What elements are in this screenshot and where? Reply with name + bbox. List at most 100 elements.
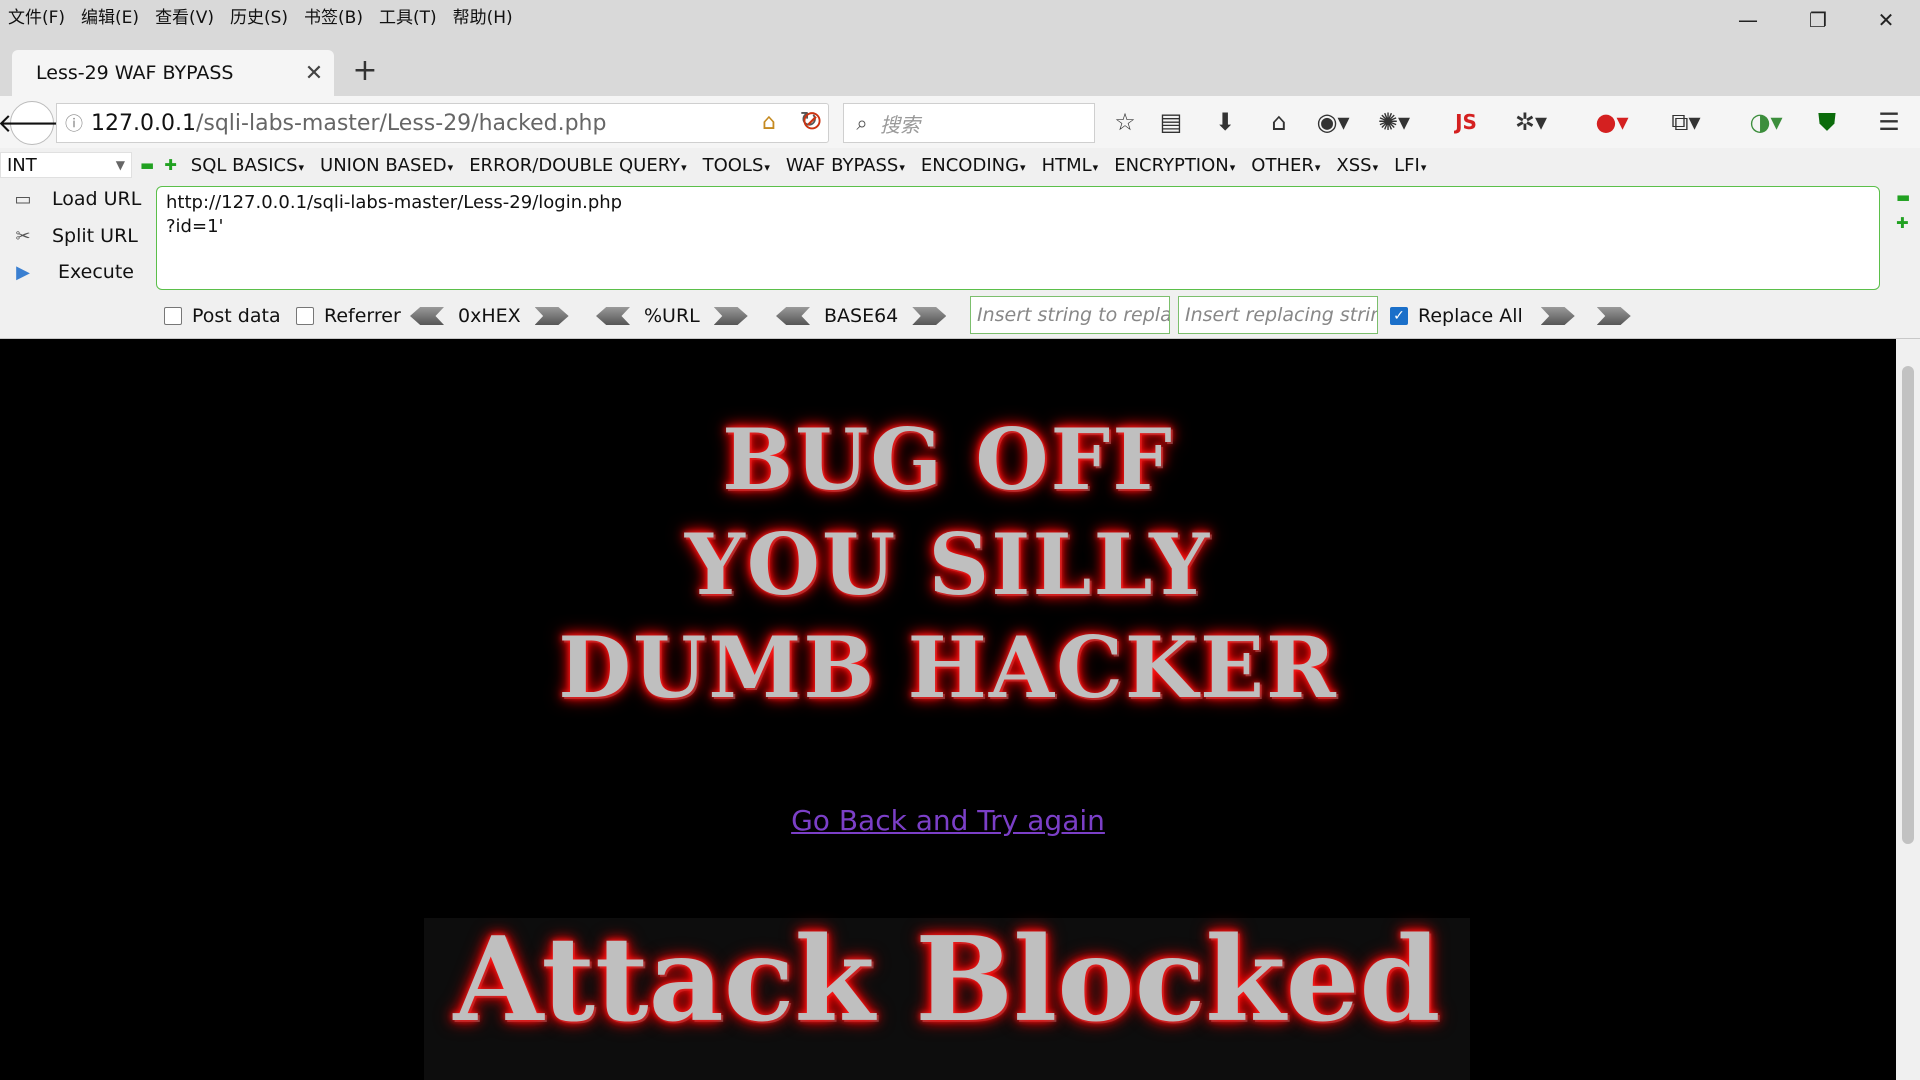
base64-decode-arrow-icon[interactable] — [776, 307, 810, 325]
menu-other[interactable]: OTHER — [1251, 155, 1320, 176]
menu-error-double-query[interactable]: ERROR/DOUBLE QUERY — [469, 155, 686, 176]
search-input[interactable]: ⌕ 搜索 — [843, 103, 1095, 143]
menu-file[interactable]: 文件(F) — [0, 3, 73, 28]
base64-encoder: BASE64 — [776, 298, 947, 334]
close-window-button[interactable]: ✕ — [1856, 0, 1916, 40]
attack-blocked-heading: Attack Blocked — [453, 912, 1441, 1048]
hex-decode-arrow-icon[interactable] — [410, 307, 444, 325]
warning-line-1: BUG OFF — [722, 410, 1174, 509]
url-encoder: %URL — [596, 298, 748, 334]
scissors-icon: ✂ — [15, 225, 31, 247]
bug-addon-icon[interactable]: ✲▾ — [1502, 103, 1560, 141]
menu-history[interactable]: 历史(S) — [222, 3, 296, 28]
warning-line-3: DUMB HACKER — [558, 618, 1338, 717]
menu-view[interactable]: 查看(V) — [147, 3, 222, 28]
replace-first-arrow-icon[interactable] — [1596, 307, 1631, 325]
menu-encryption[interactable]: ENCRYPTION — [1114, 155, 1235, 176]
download-icon[interactable]: ⬇ — [1208, 103, 1242, 141]
checkbox-box[interactable] — [296, 307, 314, 325]
tab-title: Less-29 WAF BYPASS — [36, 62, 234, 84]
tab-close-icon[interactable]: ✕ — [294, 61, 334, 86]
go-back-link-wrapper: Go Back and Try again — [0, 804, 1896, 837]
menu-html[interactable]: HTML — [1042, 155, 1099, 176]
menu-edit[interactable]: 编辑(E) — [73, 3, 147, 28]
url-label: %URL — [644, 305, 700, 327]
hamburger-menu-icon[interactable]: ☰ — [1870, 103, 1908, 141]
shield-addon-icon[interactable]: ⛊ — [1810, 103, 1844, 141]
menu-waf-bypass[interactable]: WAF BYPASS — [786, 155, 905, 176]
textarea-grow-icon[interactable]: ✚ — [1896, 214, 1909, 232]
referrer-label: Referrer — [324, 305, 401, 327]
restore-button[interactable]: ❐ — [1788, 0, 1848, 40]
hex-encoder: 0xHEX — [410, 298, 569, 334]
execute-button[interactable]: ▶ Execute — [4, 256, 152, 288]
new-tab-button[interactable]: + — [348, 54, 382, 88]
load-url-label: Load URL — [52, 188, 142, 210]
warning-line-2: YOU SILLY — [684, 515, 1212, 614]
scrollbar-thumb[interactable] — [1902, 366, 1914, 844]
menu-lfi[interactable]: LFI — [1394, 155, 1426, 176]
play-icon: ▶ — [16, 261, 30, 283]
replace-all-checkbox[interactable]: ✓ Replace All — [1390, 298, 1631, 334]
home-icon[interactable]: ⌂ — [1262, 103, 1296, 141]
textarea-line: http://127.0.0.1/sqli-labs-master/Less-2… — [166, 192, 623, 213]
execute-label: Execute — [58, 261, 134, 283]
tab-active[interactable]: Less-29 WAF BYPASS ✕ — [12, 50, 334, 96]
menu-tools-hackbar[interactable]: TOOLS — [703, 155, 770, 176]
info-icon[interactable]: ⓘ — [57, 110, 91, 136]
url-decode-arrow-icon[interactable] — [596, 307, 630, 325]
injection-type-value: INT — [7, 154, 37, 176]
injection-type-select[interactable]: INT ▼ — [0, 152, 132, 178]
base64-encode-arrow-icon[interactable] — [912, 307, 947, 325]
base64-label: BASE64 — [824, 305, 899, 327]
proxy-addon-icon[interactable]: ◑▾ — [1742, 103, 1790, 141]
url-encode-arrow-icon[interactable] — [713, 307, 748, 325]
plus-icon[interactable]: ✚ — [164, 156, 177, 174]
url-path: /sqli-labs-master/Less-29/hacked.php — [195, 110, 607, 136]
checkbox-box[interactable] — [164, 307, 182, 325]
menu-union-based[interactable]: UNION BASED — [320, 155, 453, 176]
noscript-block-icon[interactable]: ⊘ — [796, 106, 828, 138]
minimize-button[interactable]: — — [1718, 0, 1778, 40]
menu-help[interactable]: 帮助(H) — [445, 3, 521, 28]
load-url-button[interactable]: ▭ Load URL — [4, 183, 152, 215]
javascript-toggle-icon[interactable]: JS — [1446, 103, 1486, 141]
load-url-icon: ▭ — [14, 188, 32, 210]
reading-list-icon[interactable]: ▤ — [1154, 103, 1188, 141]
replace-string-input[interactable]: Insert string to replace — [970, 296, 1170, 334]
hex-label: 0xHEX — [458, 305, 521, 327]
menu-bar: 文件(F) 编辑(E) 查看(V) 历史(S) 书签(B) 工具(T) 帮助(H… — [0, 0, 521, 30]
hex-encode-arrow-icon[interactable] — [534, 307, 569, 325]
replace-all-label: Replace All — [1418, 305, 1523, 327]
menu-encoding[interactable]: ENCODING — [921, 155, 1026, 176]
share-addon-icon[interactable]: ⧉▾ — [1656, 103, 1716, 141]
search-placeholder: 搜索 — [880, 112, 920, 137]
menu-bookmarks[interactable]: 书签(B) — [296, 3, 371, 28]
chevron-down-icon: ▼ — [115, 158, 125, 172]
search-icon: ⌕ — [856, 111, 868, 135]
minus-icon[interactable]: ▬ — [140, 156, 154, 174]
hackbar-menu: ▬ ✚ SQL BASICS UNION BASED ERROR/DOUBLE … — [140, 152, 1442, 178]
palette-addon-icon[interactable]: ✺▾ — [1366, 103, 1422, 141]
globe-addon-icon[interactable]: ◉▾ — [1310, 103, 1356, 141]
bookmark-star-icon[interactable]: ☆ — [1108, 103, 1142, 141]
replace-go-arrow-icon[interactable] — [1540, 307, 1575, 325]
split-url-button[interactable]: ✂ Split URL — [4, 220, 152, 252]
checkbox-checked-icon[interactable]: ✓ — [1390, 307, 1408, 325]
post-data-label: Post data — [192, 305, 281, 327]
go-back-link[interactable]: Go Back and Try again — [791, 804, 1105, 837]
textarea-shrink-icon[interactable]: ▬ — [1896, 188, 1910, 206]
home-page-icon[interactable]: ⌂ — [762, 110, 776, 135]
menu-tools[interactable]: 工具(T) — [371, 3, 445, 28]
url-bar[interactable]: ⓘ 127.0.0.1/sqli-labs-master/Less-29/hac… — [56, 103, 829, 143]
menu-sql-basics[interactable]: SQL BASICS — [191, 155, 304, 176]
replacing-string-input[interactable]: Insert replacing string — [1178, 296, 1378, 334]
textarea-line: ?id=1' — [166, 216, 224, 237]
menu-xss[interactable]: XSS — [1336, 155, 1378, 176]
post-data-checkbox[interactable]: Post data — [164, 298, 281, 334]
hackbar-addon-icon[interactable]: ●▾ — [1588, 103, 1636, 141]
hackbar-url-textarea[interactable]: http://127.0.0.1/sqli-labs-master/Less-2… — [156, 186, 1880, 290]
split-url-label: Split URL — [52, 225, 138, 247]
back-button[interactable]: 🡐 — [0, 101, 67, 145]
referrer-checkbox[interactable]: Referrer — [296, 298, 401, 334]
